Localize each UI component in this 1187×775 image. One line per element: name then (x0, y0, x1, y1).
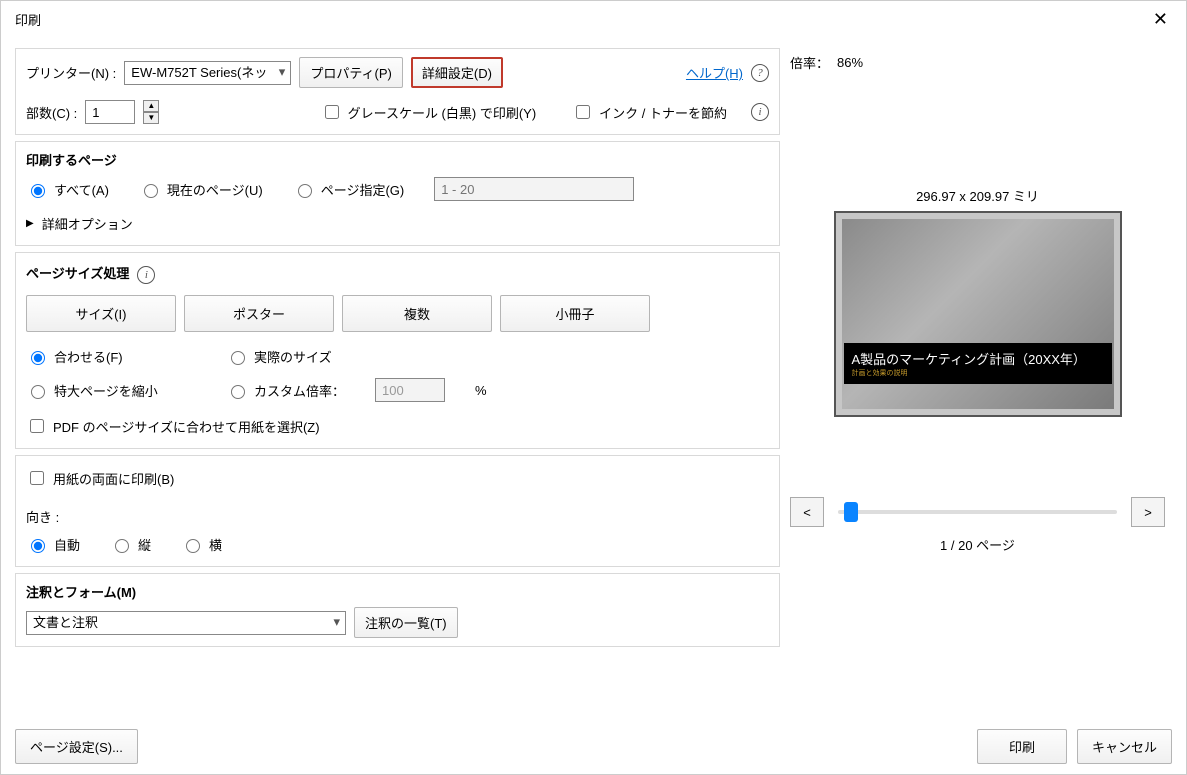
tab-poster[interactable]: ポスター (184, 295, 334, 332)
orientation-portrait-radio[interactable]: 縦 (110, 535, 151, 554)
shrink-radio[interactable]: 特大ページを縮小 (26, 381, 196, 400)
titlebar: 印刷 ✕ (1, 1, 1186, 38)
grayscale-checkbox[interactable]: グレースケール (白黒) で印刷(Y) (321, 102, 537, 122)
tab-booklet[interactable]: 小冊子 (500, 295, 650, 332)
pages-current-radio[interactable]: 現在のページ(U) (139, 180, 263, 199)
prev-page-button[interactable]: < (790, 497, 824, 527)
chevron-right-icon[interactable]: ▶ (26, 218, 34, 229)
scale-value: 86% (837, 55, 863, 70)
save-ink-checkbox[interactable]: インク / トナーを節約 (572, 102, 727, 122)
tab-multiple[interactable]: 複数 (342, 295, 492, 332)
pages-range-input[interactable] (434, 177, 634, 201)
next-page-button[interactable]: > (1131, 497, 1165, 527)
pages-more-options[interactable]: 詳細オプション (42, 214, 133, 233)
properties-button[interactable]: プロパティ(P) (299, 57, 403, 88)
pages-all-radio[interactable]: すべて(A) (26, 180, 109, 199)
comments-select[interactable]: 文書と注釈 (26, 611, 346, 635)
duplex-checkbox[interactable]: 用紙の両面に印刷(B) (26, 468, 174, 488)
grayscale-label: グレースケール (白黒) で印刷(Y) (348, 103, 537, 122)
preview-banner: A製品のマーケティング計画（20XX年） 計画と効果の説明 (844, 343, 1112, 384)
pages-title: 印刷するページ (26, 150, 769, 169)
printer-select[interactable]: EW-M752T Series(ネットワーク) (124, 61, 291, 85)
copies-down[interactable]: ▼ (143, 112, 159, 124)
help-info-icon[interactable]: ? (751, 64, 769, 82)
close-icon[interactable]: ✕ (1149, 9, 1172, 30)
tab-size[interactable]: サイズ(I) (26, 295, 176, 332)
save-ink-input[interactable] (576, 105, 590, 119)
size-handling-info-icon[interactable]: i (137, 266, 155, 284)
percent-label: % (475, 383, 487, 398)
actual-radio[interactable]: 実際のサイズ (226, 347, 332, 366)
grayscale-input[interactable] (325, 105, 339, 119)
orientation-landscape-radio[interactable]: 横 (181, 535, 222, 554)
printer-label: プリンター(N) : (26, 63, 116, 82)
page-setup-button[interactable]: ページ設定(S)... (15, 729, 138, 764)
copies-up[interactable]: ▲ (143, 100, 159, 112)
copies-label: 部数(C) : (26, 103, 77, 122)
pages-range-radio[interactable]: ページ指定(G) (293, 180, 405, 199)
save-ink-info-icon[interactable]: i (751, 103, 769, 121)
cancel-button[interactable]: キャンセル (1077, 729, 1172, 764)
fit-radio[interactable]: 合わせる(F) (26, 347, 196, 366)
page-slider[interactable] (838, 510, 1117, 514)
choose-paper-checkbox[interactable]: PDF のページサイズに合わせて用紙を選択(Z) (26, 416, 320, 436)
scale-label: 倍率： (790, 53, 829, 72)
print-button[interactable]: 印刷 (977, 729, 1067, 764)
size-handling-title: ページサイズ処理 (26, 263, 129, 282)
orientation-label: 向き : (26, 507, 59, 526)
preview-pane: A製品のマーケティング計画（20XX年） 計画と効果の説明 (834, 211, 1122, 417)
save-ink-label: インク / トナーを節約 (599, 103, 727, 122)
help-link[interactable]: ヘルプ(H) (686, 63, 743, 82)
advanced-settings-button[interactable]: 詳細設定(D) (411, 57, 503, 88)
orientation-auto-radio[interactable]: 自動 (26, 535, 80, 554)
page-slider-thumb[interactable] (844, 502, 858, 522)
window-title: 印刷 (15, 10, 41, 29)
custom-scale-input[interactable] (375, 378, 445, 402)
summarize-comments-button[interactable]: 注釈の一覧(T) (354, 607, 458, 638)
custom-scale-radio[interactable]: カスタム倍率： (226, 381, 345, 400)
comments-title: 注釈とフォーム(M) (26, 582, 769, 601)
preview-dimensions: 296.97 x 209.97 ミリ (916, 189, 1039, 204)
copies-input[interactable] (85, 100, 135, 124)
copies-spinner[interactable]: ▲ ▼ (143, 100, 159, 124)
page-counter: 1 / 20 ページ (940, 538, 1015, 553)
